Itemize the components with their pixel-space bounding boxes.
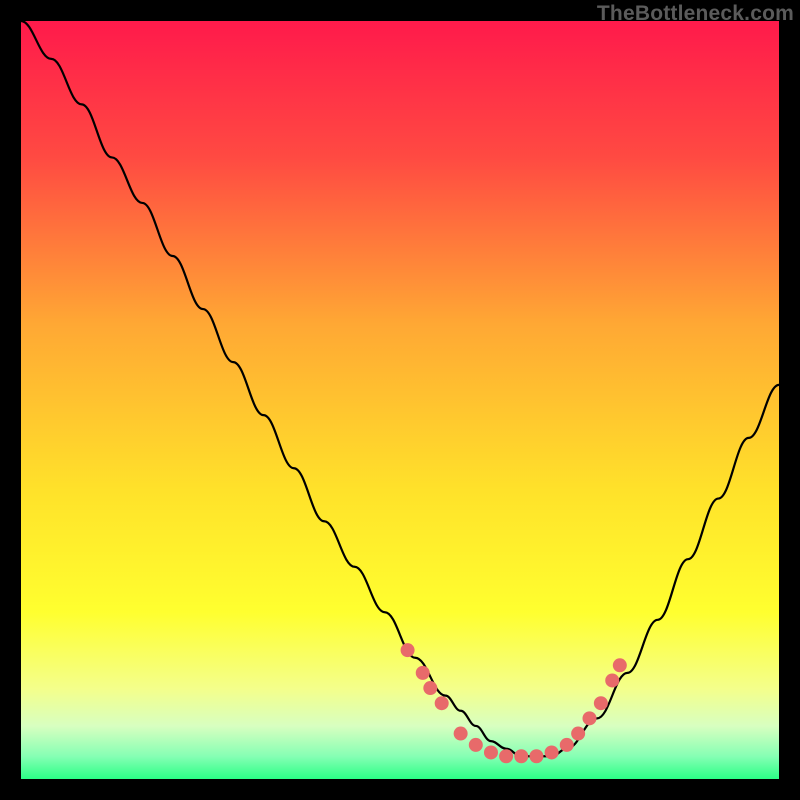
marker-dot [435, 696, 449, 710]
marker-dot [571, 727, 585, 741]
marker-dot [454, 727, 468, 741]
marker-dot [484, 745, 498, 759]
marker-dot [560, 738, 574, 752]
chart-frame [21, 21, 779, 779]
marker-dot [416, 666, 430, 680]
marker-dot [529, 749, 543, 763]
chart-background [21, 21, 779, 779]
marker-dot [423, 681, 437, 695]
chart-svg [21, 21, 779, 779]
marker-dot [613, 658, 627, 672]
marker-dot [594, 696, 608, 710]
marker-dot [469, 738, 483, 752]
marker-dot [545, 745, 559, 759]
marker-dot [514, 749, 528, 763]
marker-dot [401, 643, 415, 657]
marker-dot [499, 749, 513, 763]
marker-dot [583, 711, 597, 725]
marker-dot [605, 673, 619, 687]
watermark-text: TheBottleneck.com [597, 2, 794, 26]
